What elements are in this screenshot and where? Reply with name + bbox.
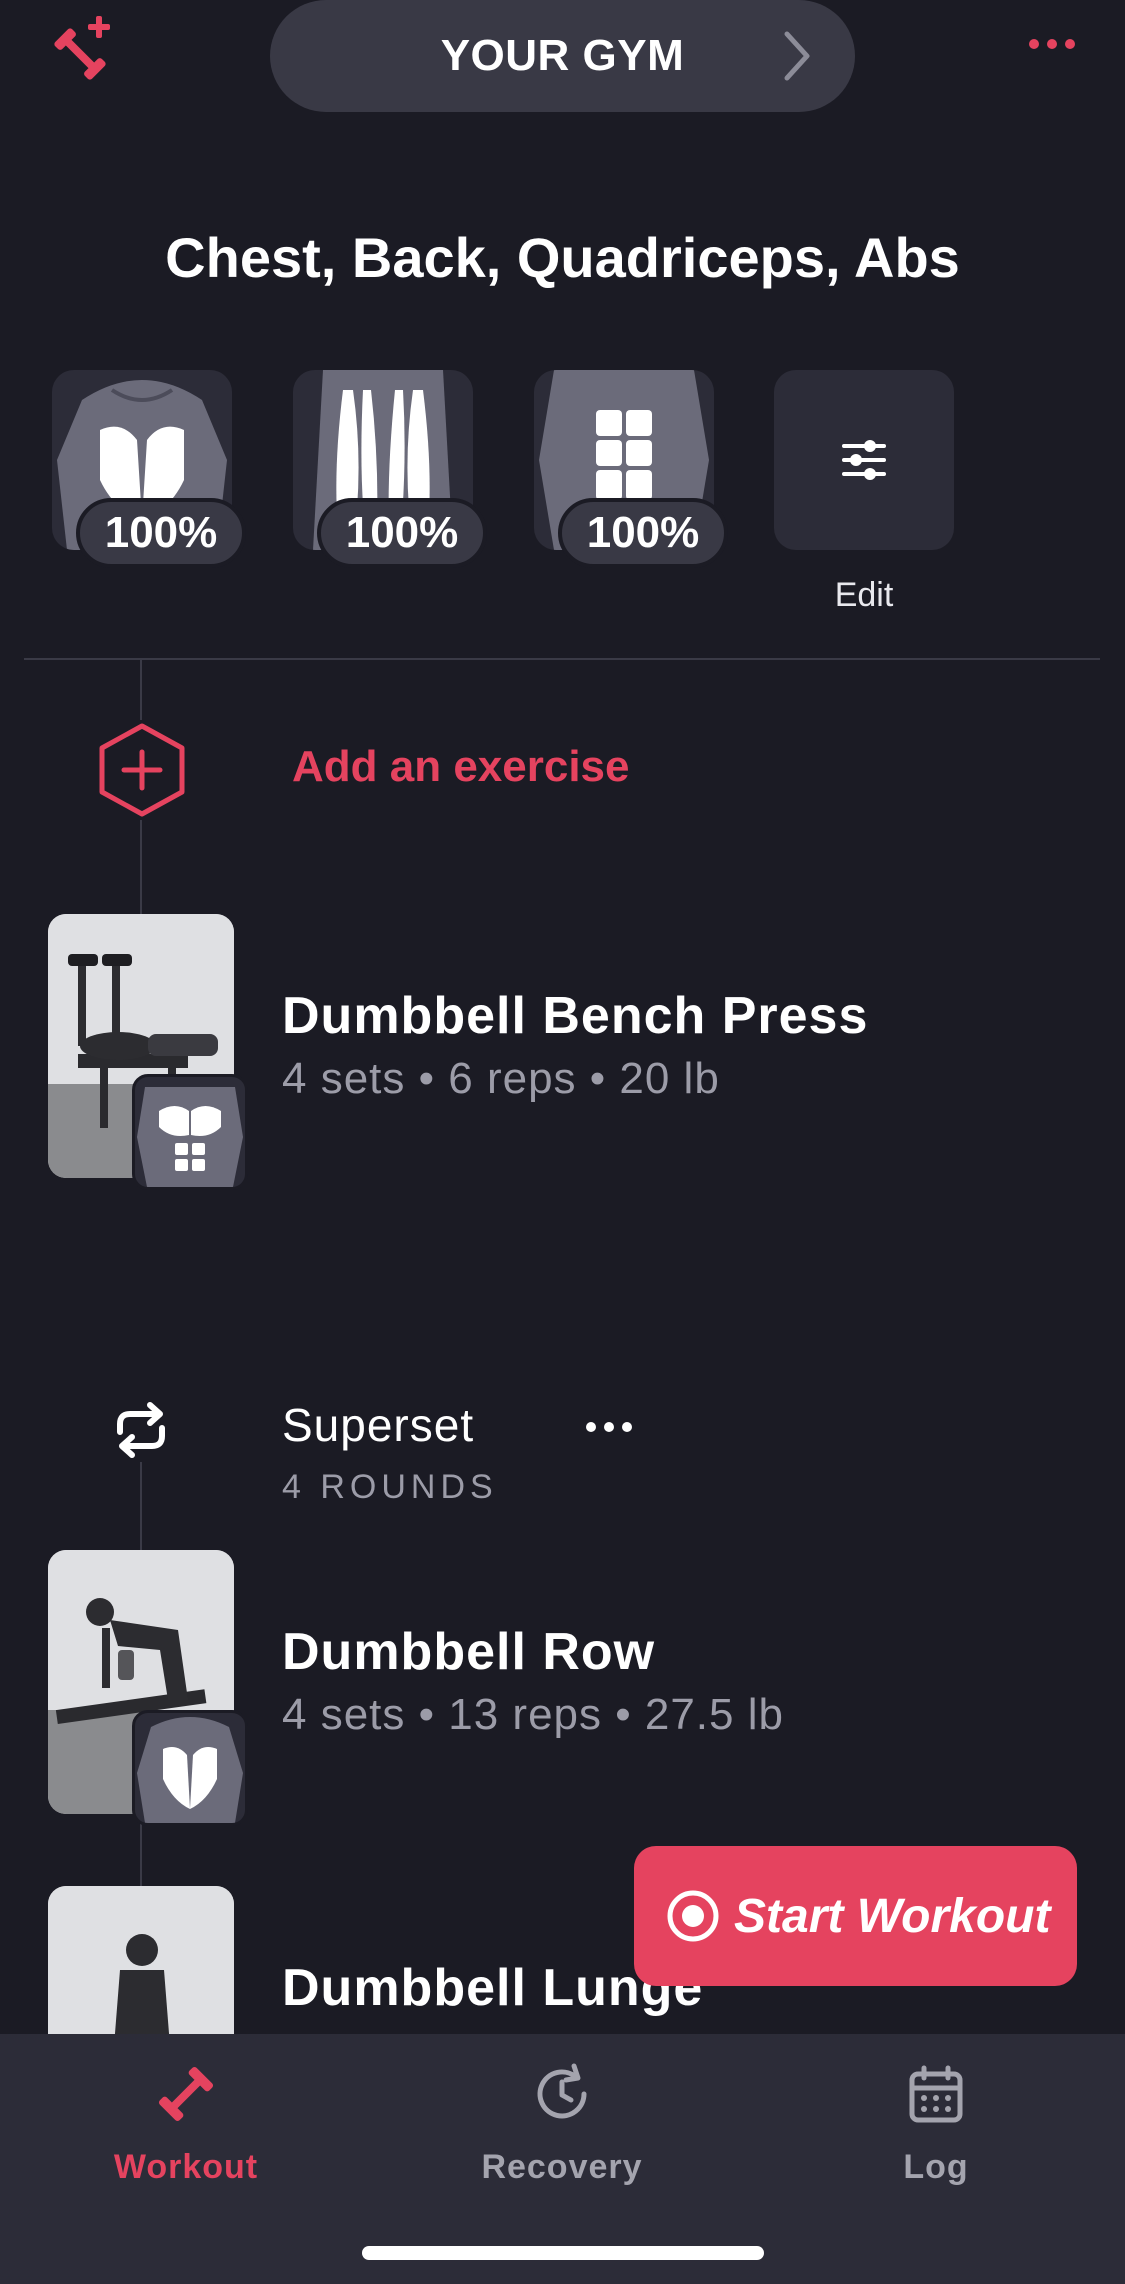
- home-indicator[interactable]: [362, 2246, 764, 2260]
- back-muscle-icon: [132, 1710, 248, 1826]
- divider: [24, 658, 1100, 660]
- gym-selector-button[interactable]: YOUR GYM: [270, 0, 855, 112]
- chest-muscle-icon: [132, 1074, 248, 1190]
- timeline-line: [140, 660, 142, 720]
- superset-label: Superset: [282, 1399, 475, 1451]
- tab-label: Log: [903, 2148, 969, 2186]
- recovery-badge: 100%: [76, 498, 246, 568]
- recovery-clock-icon: [537, 2063, 587, 2119]
- dumbbell-icon: [158, 2066, 214, 2122]
- exercise-detail: 4 sets • 13 reps • 27.5 lb: [282, 1690, 784, 1739]
- calendar-icon: [909, 2065, 963, 2123]
- timeline-line: [140, 820, 142, 915]
- exercise-name: Dumbbell Row: [282, 1623, 656, 1681]
- exercise-thumbnail: [48, 1886, 234, 2034]
- chevron-right-icon: [784, 31, 810, 81]
- more-horizontal-icon[interactable]: [1027, 36, 1077, 52]
- superset-header: Superset 4 ROUNDS: [0, 1390, 1125, 1520]
- edit-label: Edit: [834, 576, 894, 614]
- exercise-item[interactable]: Dumbbell Bench Press 4 sets • 6 reps • 2…: [0, 914, 1125, 1194]
- start-workout-button[interactable]: Start Workout: [634, 1846, 1077, 1986]
- exercise-item[interactable]: Dumbbell Row 4 sets • 13 reps • 27.5 lb: [0, 1550, 1125, 1830]
- top-bar: YOUR GYM: [0, 0, 1125, 120]
- recovery-badge: 100%: [317, 498, 487, 568]
- tab-recovery[interactable]: Recovery: [432, 2062, 692, 2202]
- gym-label: YOUR GYM: [440, 31, 685, 80]
- tab-label: Recovery: [481, 2148, 643, 2186]
- dumbbell-plus-icon[interactable]: [50, 14, 120, 84]
- exercise-name: Dumbbell Bench Press: [282, 987, 869, 1045]
- superset-rounds: 4 ROUNDS: [282, 1468, 498, 1506]
- target-muscles-title: Chest, Back, Quadriceps, Abs: [165, 226, 960, 289]
- recovery-badge: 100%: [558, 498, 728, 568]
- superset-more-icon[interactable]: [584, 1420, 634, 1434]
- tab-label: Workout: [113, 2148, 259, 2186]
- tab-workout[interactable]: Workout: [56, 2062, 316, 2202]
- hexagon-plus-icon: [99, 723, 185, 817]
- edit-muscles-button[interactable]: [774, 370, 954, 550]
- muscle-cards-row: 100% 100% 100% Edit: [52, 370, 1072, 630]
- record-icon: [667, 1890, 719, 1942]
- add-exercise-label: Add an exercise: [292, 742, 630, 791]
- sliders-icon: [842, 440, 886, 480]
- start-workout-label: Start Workout: [734, 1889, 1051, 1943]
- tab-log[interactable]: Log: [806, 2062, 1066, 2202]
- add-exercise-row[interactable]: Add an exercise: [0, 720, 1125, 820]
- exercise-detail: 4 sets • 6 reps • 20 lb: [282, 1054, 720, 1103]
- repeat-icon: [117, 1402, 165, 1458]
